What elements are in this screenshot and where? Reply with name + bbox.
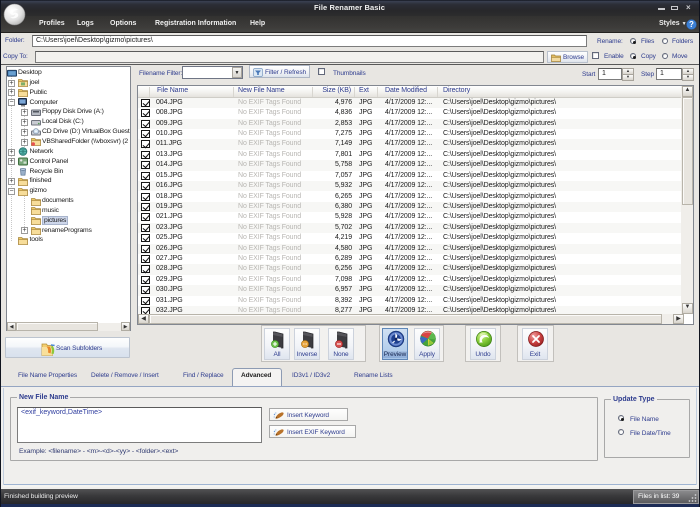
svg-text:?: ? — [689, 20, 694, 29]
